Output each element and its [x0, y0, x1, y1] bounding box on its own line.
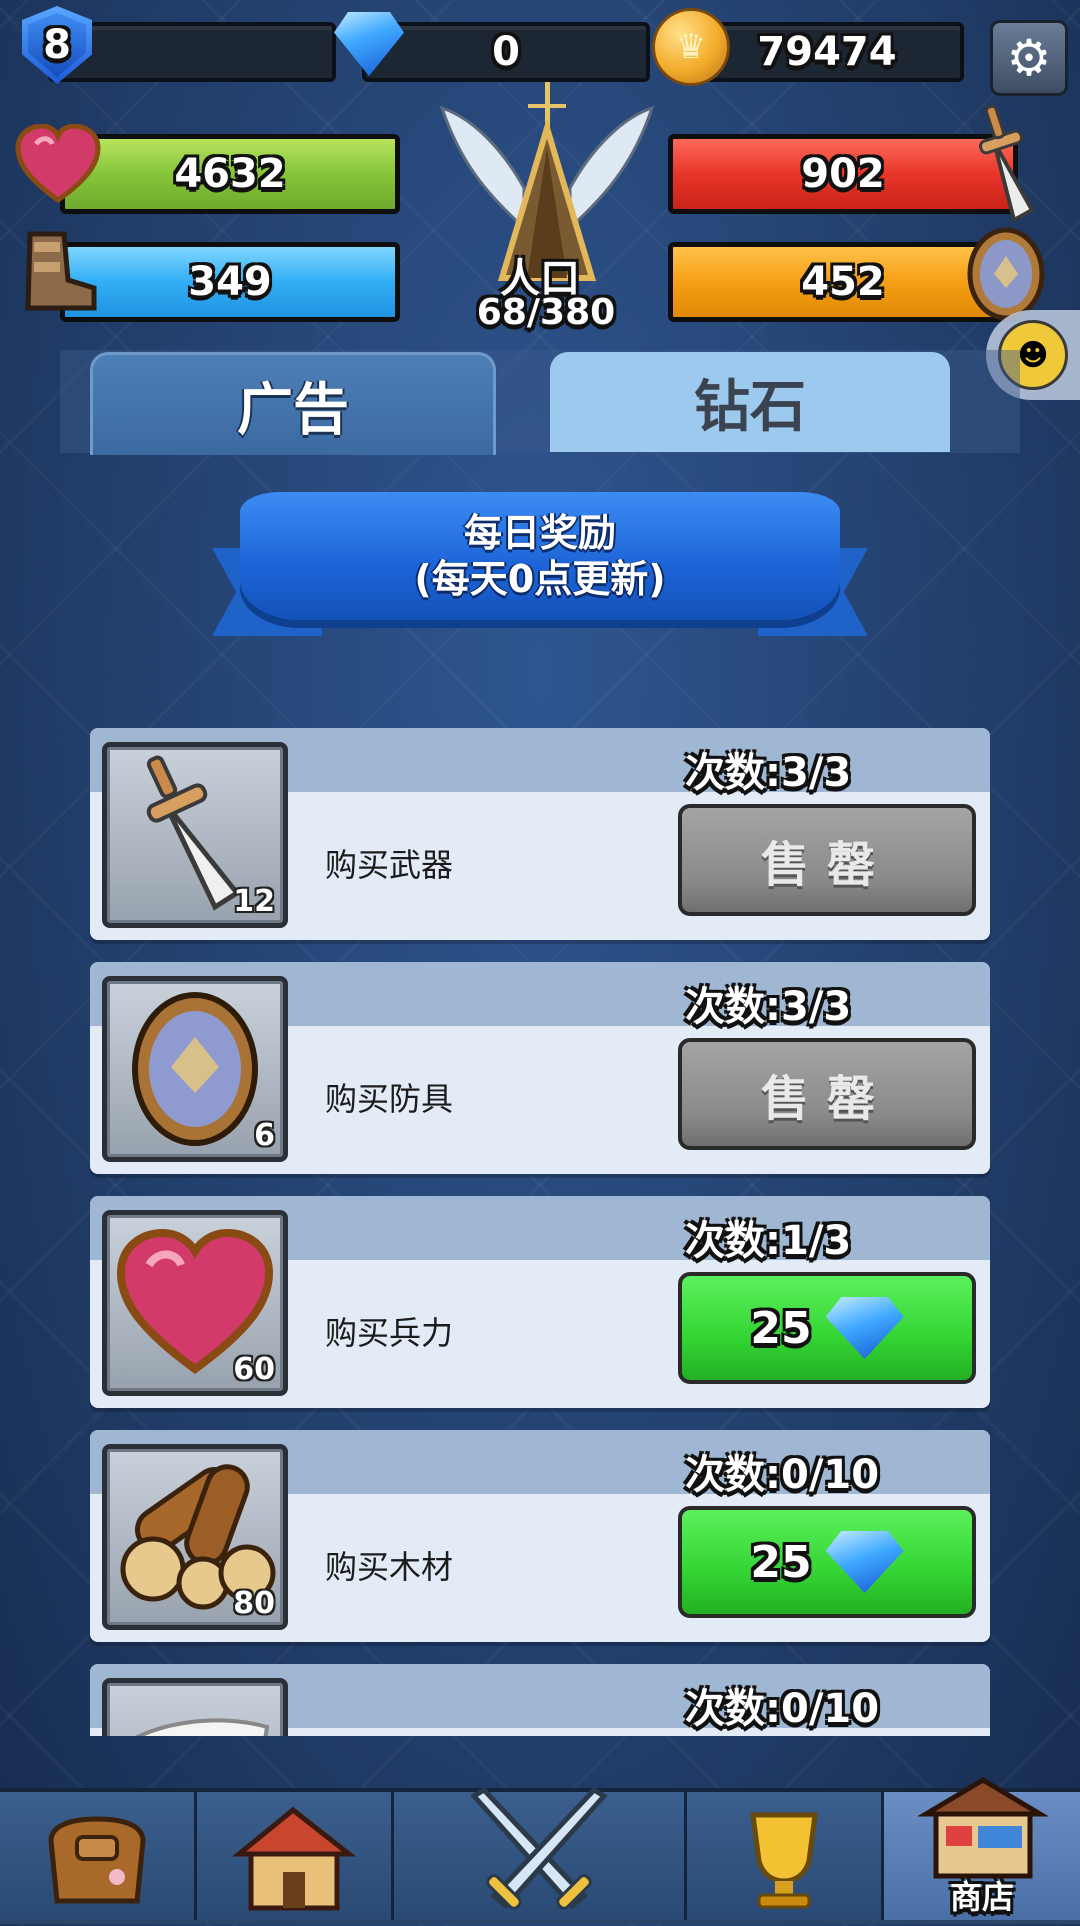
- item-name: 购买木材: [325, 1548, 454, 1586]
- price-value: 25: [750, 1302, 812, 1354]
- gold-coin-icon: ♛: [652, 8, 730, 86]
- item-quantity: 6: [254, 1118, 275, 1153]
- gem-icon: [825, 1297, 904, 1359]
- item-quantity: 60: [233, 1352, 275, 1387]
- shop-label: 商店: [949, 1878, 1014, 1916]
- buy-button[interactable]: 25: [678, 1506, 976, 1618]
- sold-out-label: 售罄: [760, 837, 893, 893]
- wood-value: 349: [188, 259, 272, 305]
- gold-bar[interactable]: 79474: [690, 22, 964, 82]
- defense-value: 452: [801, 259, 885, 305]
- purchase-count: 次数:3/3: [685, 750, 852, 796]
- trophy-icon: [750, 1812, 818, 1909]
- bag-icon: [48, 1816, 146, 1904]
- item-thumbnail: 60: [102, 1210, 288, 1396]
- gold-count: 79474: [757, 29, 897, 75]
- item-name: 购买防具: [325, 1080, 454, 1118]
- nav-trophy[interactable]: [687, 1792, 884, 1920]
- item-thumbnail: 6: [102, 976, 288, 1162]
- item-name: 购买武器: [325, 846, 454, 884]
- attack-value: 902: [801, 151, 885, 197]
- item-quantity: 80: [233, 1586, 275, 1621]
- item-thumbnail: 80: [102, 1444, 288, 1630]
- gear-icon: ⚙: [1006, 29, 1052, 87]
- item-quantity: 12: [233, 884, 275, 919]
- shop-item-weapon: 12 次数:3/3 购买武器 售罄: [90, 728, 990, 940]
- gem-count: 0: [492, 29, 520, 75]
- house-icon: [231, 1806, 357, 1911]
- troops-value: 4632: [174, 151, 286, 197]
- list-clip: 次数:0/10: [90, 1664, 990, 1736]
- population-value: 68/380: [476, 292, 616, 333]
- purchase-count: 次数:1/3: [685, 1218, 852, 1264]
- shop-item-armor: 6 次数:3/3 购买防具 售罄: [90, 962, 990, 1174]
- heart-icon: [14, 124, 102, 204]
- nav-battle[interactable]: [394, 1786, 687, 1920]
- item-thumbnail: [102, 1678, 288, 1736]
- item-thumbnail: 12: [102, 742, 288, 928]
- nav-bag[interactable]: [0, 1792, 197, 1920]
- gem-icon: [825, 1531, 904, 1593]
- sword-icon: [974, 102, 1044, 228]
- shield-icon: [966, 226, 1046, 322]
- shop-icon: [918, 1777, 1048, 1879]
- item-name: 购买兵力: [325, 1314, 454, 1352]
- nav-shop[interactable]: 商店: [884, 1777, 1080, 1920]
- tab-ads[interactable]: 广告: [90, 352, 496, 455]
- purchase-count: 次数:0/10: [685, 1686, 880, 1732]
- settings-button[interactable]: ⚙: [990, 20, 1068, 96]
- buy-button[interactable]: 25: [678, 1272, 976, 1384]
- nav-house[interactable]: [197, 1792, 394, 1920]
- shop-item-troops: 60 次数:1/3 购买兵力 25: [90, 1196, 990, 1408]
- sold-out-button[interactable]: 售罄: [678, 1038, 976, 1150]
- purchase-count: 次数:0/10: [685, 1452, 880, 1498]
- cloth-icon: [135, 1718, 270, 1736]
- shop-item-cloth: 次数:0/10: [90, 1664, 990, 1736]
- tab-gems[interactable]: 钻石: [550, 352, 950, 452]
- wood-bar: 349: [60, 242, 400, 322]
- banner-subtitle: (每天0点更新): [414, 557, 666, 601]
- gem-bar[interactable]: 0: [362, 22, 650, 82]
- boot-armor-icon: [18, 228, 102, 314]
- troops-bar: 4632: [60, 134, 400, 214]
- shop-item-wood: 80 次数:0/10 购买木材 25: [90, 1430, 990, 1642]
- crossed-swords-icon: [470, 1786, 608, 1910]
- sold-out-label: 售罄: [760, 1071, 893, 1127]
- attack-bar: 902: [668, 134, 1018, 214]
- price-value: 25: [750, 1536, 812, 1588]
- banner-title: 每日奖励: [463, 511, 616, 555]
- purchase-count: 次数:3/3: [685, 984, 852, 1030]
- daily-reward-banner: 每日奖励 (每天0点更新): [240, 492, 840, 620]
- sold-out-button[interactable]: 售罄: [678, 804, 976, 916]
